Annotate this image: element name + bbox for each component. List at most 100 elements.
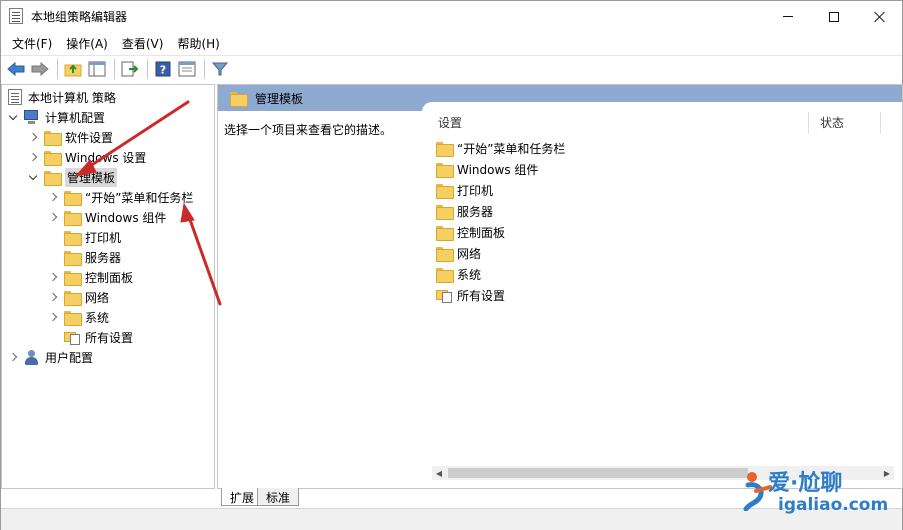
window-title: 本地组策略编辑器 bbox=[31, 10, 128, 24]
folder-icon bbox=[44, 150, 62, 166]
folder-icon bbox=[64, 230, 82, 246]
policy-icon bbox=[8, 89, 22, 105]
menu-view[interactable]: 查看(V) bbox=[115, 33, 171, 54]
watermark: 爱·尬聊 igaliao.com bbox=[742, 465, 900, 525]
maximize-button[interactable] bbox=[811, 1, 857, 32]
help-button[interactable]: ? bbox=[152, 58, 174, 80]
list-item[interactable]: 服务器 bbox=[436, 201, 493, 221]
column-header-state[interactable]: 状态 bbox=[820, 114, 844, 134]
back-button[interactable] bbox=[5, 58, 27, 80]
tree-item-network[interactable]: 网络 bbox=[48, 287, 109, 307]
tree-windows-settings[interactable]: Windows 设置 bbox=[28, 147, 146, 167]
folder-icon bbox=[64, 290, 82, 306]
properties-button[interactable] bbox=[176, 58, 198, 80]
chevron-down-icon[interactable] bbox=[8, 107, 18, 127]
tree-admin-templates[interactable]: 管理模板 bbox=[28, 167, 118, 187]
tree-item-label: “开始”菜单和任务栏 bbox=[85, 190, 194, 205]
details-header-title: 管理模板 bbox=[255, 91, 304, 106]
svg-text:?: ? bbox=[160, 64, 166, 77]
toolbar-separator bbox=[147, 59, 148, 79]
tree-item-label: 网络 bbox=[85, 290, 110, 305]
tree-windows-settings-label: Windows 设置 bbox=[65, 150, 147, 165]
column-separator[interactable] bbox=[808, 112, 809, 134]
description-text: 选择一个项目来查看它的描述。 bbox=[224, 123, 393, 137]
tree-root-label: 本地计算机 策略 bbox=[28, 90, 116, 105]
menu-bar: 文件(F) 操作(A) 查看(V) 帮助(H) bbox=[1, 32, 902, 54]
tree-admin-templates-label: 管理模板 bbox=[65, 167, 118, 187]
tree-item-all-settings[interactable]: 所有设置 bbox=[48, 327, 133, 347]
tree-user-config[interactable]: 用户配置 bbox=[8, 347, 93, 367]
chevron-right-icon[interactable] bbox=[48, 187, 58, 207]
all-settings-icon bbox=[436, 288, 452, 303]
export-list-button[interactable] bbox=[119, 58, 141, 80]
list-item[interactable]: 打印机 bbox=[436, 180, 493, 200]
tree-item-label: 所有设置 bbox=[85, 330, 134, 345]
list-item[interactable]: 系统 bbox=[436, 264, 481, 284]
toolbar: ? bbox=[1, 55, 902, 82]
chevron-right-icon[interactable] bbox=[48, 207, 58, 227]
list-item[interactable]: 网络 bbox=[436, 243, 481, 263]
folder-icon bbox=[436, 246, 454, 262]
minimize-button[interactable] bbox=[765, 1, 811, 32]
tree-item-system[interactable]: 系统 bbox=[48, 307, 109, 327]
folder-icon bbox=[64, 210, 82, 226]
chevron-right-icon[interactable] bbox=[48, 307, 58, 327]
tree-item-printers[interactable]: 打印机 bbox=[48, 227, 121, 247]
menu-help[interactable]: 帮助(H) bbox=[170, 33, 226, 54]
filter-button[interactable] bbox=[209, 58, 231, 80]
chevron-right-icon[interactable] bbox=[48, 267, 58, 287]
chevron-right-icon[interactable] bbox=[28, 127, 38, 147]
tree-computer-config[interactable]: 计算机配置 bbox=[8, 107, 105, 127]
tree-item-label: Windows 组件 bbox=[85, 210, 167, 225]
tree-software-settings[interactable]: 软件设置 bbox=[28, 127, 113, 147]
tree-item-server[interactable]: 服务器 bbox=[48, 247, 121, 267]
all-settings-icon bbox=[64, 330, 80, 345]
folder-icon bbox=[44, 130, 62, 146]
title-bar: 本地组策略编辑器 bbox=[1, 1, 902, 32]
scroll-left-icon[interactable]: ◀ bbox=[432, 466, 446, 480]
chevron-right-icon[interactable] bbox=[28, 147, 38, 167]
list-item[interactable]: “开始”菜单和任务栏 bbox=[436, 138, 565, 158]
forward-button[interactable] bbox=[29, 58, 51, 80]
tree-software-settings-label: 软件设置 bbox=[65, 130, 114, 145]
tree-user-config-label: 用户配置 bbox=[45, 350, 94, 365]
tree-item-label: 打印机 bbox=[85, 230, 122, 245]
scrollbar-thumb[interactable] bbox=[448, 468, 748, 478]
folder-icon bbox=[436, 267, 454, 283]
tree-item-label: 控制面板 bbox=[85, 270, 134, 285]
tree-item-start-menu[interactable]: “开始”菜单和任务栏 bbox=[48, 187, 193, 207]
user-icon bbox=[24, 349, 40, 365]
folder-icon bbox=[436, 204, 454, 220]
show-hide-tree-button[interactable] bbox=[86, 58, 108, 80]
folder-icon bbox=[436, 141, 454, 157]
toolbar-separator bbox=[114, 59, 115, 79]
folder-icon bbox=[436, 183, 454, 199]
tree-item-label: 服务器 bbox=[85, 250, 122, 265]
tree-item-control-panel[interactable]: 控制面板 bbox=[48, 267, 133, 287]
folder-icon bbox=[436, 162, 454, 178]
tree-root[interactable]: 本地计算机 策略 bbox=[8, 87, 116, 107]
chevron-down-icon[interactable] bbox=[28, 167, 38, 187]
view-tabs: 扩展 标准 bbox=[217, 488, 517, 508]
tab-standard[interactable]: 标准 bbox=[257, 488, 300, 506]
tree-item-label: 系统 bbox=[85, 310, 110, 325]
tree-computer-config-label: 计算机配置 bbox=[45, 110, 106, 125]
folder-icon bbox=[64, 310, 82, 326]
close-button[interactable] bbox=[857, 1, 903, 32]
up-folder-button[interactable] bbox=[62, 58, 84, 80]
tree-item-windows-components[interactable]: Windows 组件 bbox=[48, 207, 166, 227]
close-icon bbox=[874, 11, 886, 23]
list-item[interactable]: 所有设置 bbox=[436, 285, 505, 305]
chevron-right-icon[interactable] bbox=[48, 287, 58, 307]
list-item[interactable]: 控制面板 bbox=[436, 222, 505, 242]
chevron-right-icon[interactable] bbox=[8, 347, 18, 367]
menu-file[interactable]: 文件(F) bbox=[5, 33, 59, 54]
list-item[interactable]: Windows 组件 bbox=[436, 159, 538, 179]
column-separator[interactable] bbox=[880, 112, 881, 134]
menu-action[interactable]: 操作(A) bbox=[59, 33, 115, 54]
filter-icon bbox=[212, 62, 228, 76]
computer-icon bbox=[24, 109, 40, 125]
column-header-setting[interactable]: 设置 bbox=[438, 114, 462, 134]
folder-icon bbox=[64, 250, 82, 266]
properties-icon bbox=[178, 61, 196, 77]
